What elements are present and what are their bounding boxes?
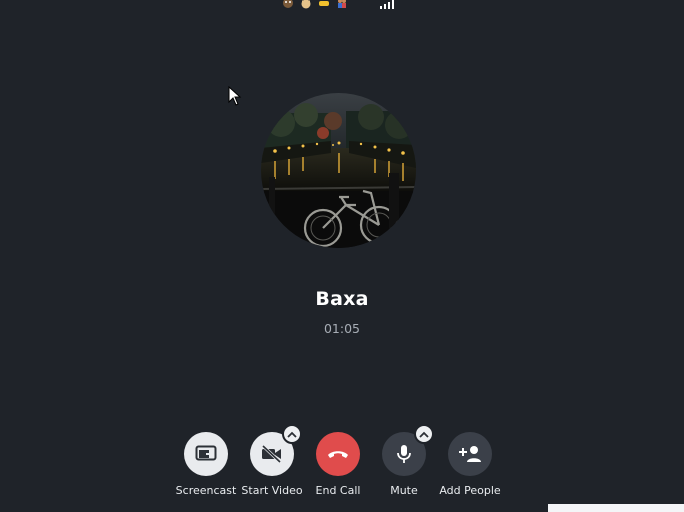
mute-label: Mute (390, 484, 418, 497)
add-person-icon (459, 446, 481, 462)
call-duration: 01:05 (323, 321, 361, 336)
end-call-label: End Call (315, 484, 361, 497)
start-video-button[interactable] (250, 424, 302, 476)
emoji-status-strip (280, 0, 350, 10)
cat-emoji-icon (298, 0, 314, 9)
screencast-label: Screencast (175, 484, 237, 497)
caller-avatar (261, 93, 416, 248)
call-controls: Screencast Start Video End Call Mute Add… (0, 424, 684, 502)
add-people-button[interactable] (448, 432, 492, 476)
people-emoji-icon (334, 0, 350, 9)
canal-night-photo (261, 93, 416, 248)
add-people-label: Add People (439, 484, 501, 497)
screencast-button[interactable] (184, 432, 228, 476)
add-people-control[interactable]: Add People (430, 432, 510, 497)
caller-name: Baxa (315, 288, 369, 310)
screencast-icon (195, 445, 217, 461)
microphone-icon (397, 445, 411, 463)
pointing-hand-emoji-icon (316, 0, 332, 9)
chevron-up-icon (419, 431, 429, 438)
mute-button[interactable] (382, 424, 434, 476)
signal-strength-icon (380, 0, 394, 9)
end-call-button[interactable] (316, 432, 360, 476)
mouse-cursor-icon (228, 86, 242, 106)
start-video-label: Start Video (241, 484, 303, 497)
adjacent-window-edge (548, 504, 684, 512)
monkey-emoji-icon (280, 0, 296, 9)
hang-up-icon (328, 451, 348, 458)
video-off-icon (261, 445, 282, 463)
chevron-up-icon (287, 431, 297, 438)
call-window: Baxa 01:05 Screencast Start Video End Ca… (0, 0, 684, 512)
